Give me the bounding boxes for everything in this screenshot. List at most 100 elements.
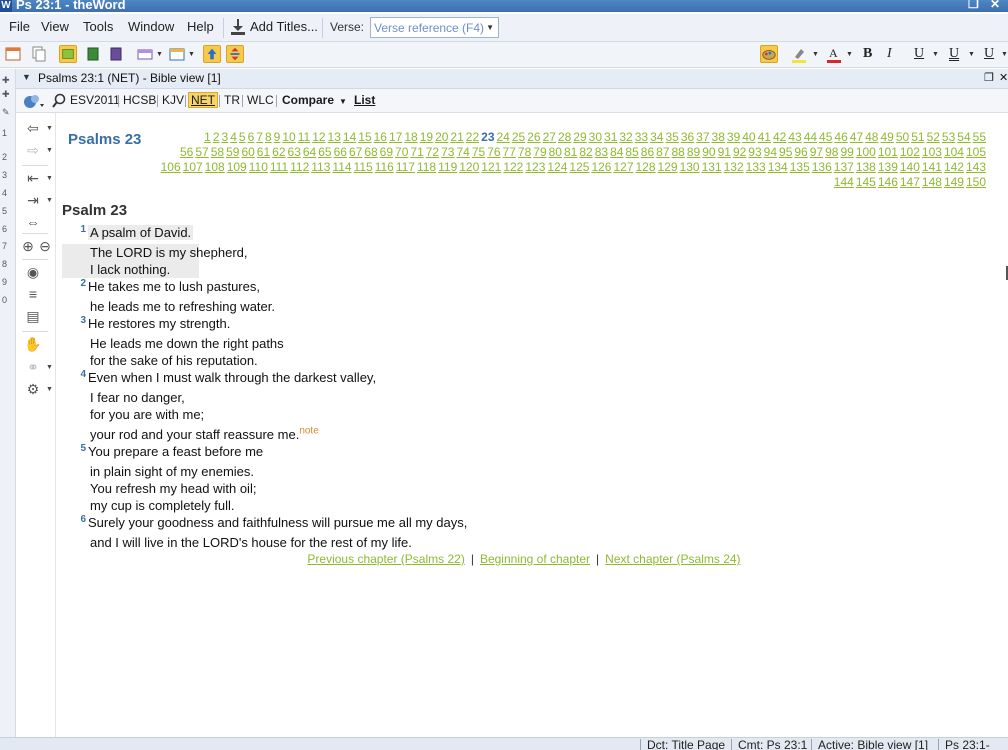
chapter-link[interactable]: 150 xyxy=(966,175,986,189)
chapter-link[interactable]: 146 xyxy=(878,175,898,189)
layout-icon[interactable] xyxy=(59,45,77,63)
chapter-link[interactable]: 42 xyxy=(773,130,786,144)
chapter-link[interactable]: 86 xyxy=(641,145,654,159)
chevron-down-icon[interactable]: ▼ xyxy=(812,51,819,58)
chapter-link[interactable]: 82 xyxy=(579,145,592,159)
chapter-link[interactable]: 99 xyxy=(840,145,853,159)
chapter-link[interactable]: 133 xyxy=(746,160,766,174)
underline-style-button[interactable]: U xyxy=(984,46,994,62)
version-hcsb[interactable]: HCSB xyxy=(123,93,156,107)
chapter-link[interactable]: 74 xyxy=(456,145,469,159)
chapter-link[interactable]: 129 xyxy=(658,160,678,174)
underline-button[interactable]: U xyxy=(914,46,924,62)
chapter-link[interactable]: 48 xyxy=(865,130,878,144)
chapter-link[interactable]: 67 xyxy=(349,145,362,159)
bookmark-number[interactable]: 7 xyxy=(2,241,7,251)
italic-button[interactable]: I xyxy=(887,46,892,62)
bookmark-number[interactable]: 3 xyxy=(2,170,7,180)
version-wlc[interactable]: WLC xyxy=(247,93,274,107)
chapter-link[interactable]: 119 xyxy=(438,160,457,174)
chapter-link[interactable]: 31 xyxy=(604,130,617,144)
chapter-link[interactable]: 21 xyxy=(450,130,463,144)
verse-number[interactable]: 5 xyxy=(62,443,88,454)
chapter-link[interactable]: 68 xyxy=(364,145,377,159)
next-chapter-icon[interactable]: ⇥ xyxy=(24,191,42,209)
bookmark-number[interactable]: 0 xyxy=(2,295,7,305)
chapter-link[interactable]: 28 xyxy=(558,130,571,144)
bookmark-number[interactable]: 9 xyxy=(2,277,7,287)
chapter-link[interactable]: 137 xyxy=(834,160,854,174)
chapter-link[interactable]: 116 xyxy=(375,160,394,174)
chapter-link[interactable]: 38 xyxy=(712,130,725,144)
chapter-link[interactable]: 40 xyxy=(742,130,755,144)
chapter-link[interactable]: 122 xyxy=(503,160,523,174)
chapter-link[interactable]: 5 xyxy=(239,130,246,144)
chevron-down-icon[interactable]: ▼ xyxy=(46,125,53,132)
chapter-link[interactable]: 11 xyxy=(298,130,310,144)
layout-options-icon[interactable] xyxy=(136,45,154,63)
chevron-down-icon[interactable]: ▼ xyxy=(46,147,53,154)
double-underline-button[interactable]: U xyxy=(949,46,959,62)
chapter-link[interactable]: 120 xyxy=(459,160,479,174)
menu-window[interactable]: Window xyxy=(128,19,174,34)
palette-icon[interactable] xyxy=(760,45,778,63)
chapter-link[interactable]: 114 xyxy=(332,160,351,174)
chapter-link[interactable]: 91 xyxy=(718,145,731,159)
chapter-link[interactable]: 108 xyxy=(205,160,225,174)
chapter-link[interactable]: 121 xyxy=(481,160,501,174)
chapter-link[interactable]: 73 xyxy=(441,145,454,159)
chapter-link[interactable]: 107 xyxy=(183,160,203,174)
copy-icon[interactable] xyxy=(30,45,48,63)
chapter-link[interactable]: 16 xyxy=(374,130,387,144)
sync-icon[interactable]: ⇔ xyxy=(24,213,42,231)
version-tr[interactable]: TR xyxy=(224,93,240,107)
chapter-link[interactable]: 81 xyxy=(564,145,577,159)
chapter-link[interactable]: 50 xyxy=(896,130,909,144)
link-icon[interactable]: ⚭ xyxy=(24,358,42,376)
chapter-link[interactable]: 58 xyxy=(211,145,224,159)
book-green-icon[interactable] xyxy=(84,45,102,63)
close-pane-icon[interactable]: ✕ xyxy=(999,71,1008,84)
version-kjv[interactable]: KJV xyxy=(162,93,184,107)
chapter-link[interactable]: 30 xyxy=(589,130,602,144)
chapter-link[interactable]: 111 xyxy=(270,160,288,174)
chapter-link[interactable]: 140 xyxy=(900,160,920,174)
chapter-link[interactable]: 24 xyxy=(497,130,510,144)
chapter-link[interactable]: 10 xyxy=(282,130,295,144)
chapter-link[interactable]: 47 xyxy=(850,130,863,144)
previous-chapter-icon[interactable]: ⇤ xyxy=(24,169,42,187)
list-button[interactable]: List xyxy=(354,93,375,107)
chapter-link[interactable]: 37 xyxy=(696,130,709,144)
chapter-link[interactable]: 88 xyxy=(672,145,685,159)
bookmark-number[interactable]: 2 xyxy=(2,152,7,162)
chapter-link[interactable]: 80 xyxy=(549,145,562,159)
forward-circle-icon[interactable]: ⇨ xyxy=(24,141,42,159)
chapter-link[interactable]: 36 xyxy=(681,130,694,144)
chapter-link[interactable]: 139 xyxy=(878,160,898,174)
chapter-link[interactable]: 8 xyxy=(265,130,272,144)
chapter-link[interactable]: 79 xyxy=(533,145,546,159)
chapter-link[interactable]: 87 xyxy=(656,145,669,159)
chapter-link[interactable]: 124 xyxy=(547,160,567,174)
chevron-down-icon[interactable]: ▼ xyxy=(846,51,853,58)
gear-icon[interactable]: ⚙ xyxy=(24,380,42,398)
menu-file[interactable]: File xyxy=(9,19,30,34)
chapter-link[interactable]: 65 xyxy=(318,145,331,159)
chapter-link[interactable]: 62 xyxy=(272,145,285,159)
search-icon[interactable] xyxy=(52,93,66,109)
chapter-link[interactable]: 45 xyxy=(819,130,832,144)
chevron-down-icon[interactable]: ▼ xyxy=(188,51,195,58)
close-icon[interactable]: ✕ xyxy=(990,0,1000,11)
bookmark-number[interactable]: 5 xyxy=(2,206,7,216)
chapter-link[interactable]: 112 xyxy=(290,160,309,174)
chapter-link[interactable]: 102 xyxy=(900,145,920,159)
chapter-link[interactable]: 78 xyxy=(518,145,531,159)
chapter-link[interactable]: 132 xyxy=(724,160,744,174)
chapter-link[interactable]: 4 xyxy=(230,130,237,144)
chapter-link[interactable]: 109 xyxy=(227,160,247,174)
chapter-link[interactable]: 76 xyxy=(487,145,500,159)
add-icon[interactable]: ✚ xyxy=(2,89,10,100)
verse-reference-input[interactable]: Verse reference (F4) ▼ xyxy=(370,17,499,38)
chapter-link[interactable]: 141 xyxy=(922,160,942,174)
edit-icon[interactable]: ✎ xyxy=(2,107,10,118)
